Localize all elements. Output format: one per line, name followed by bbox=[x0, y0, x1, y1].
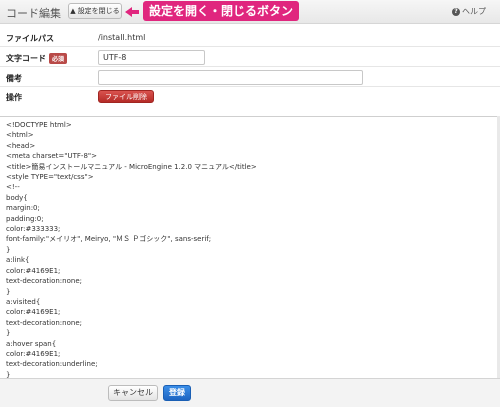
help-icon: ? bbox=[452, 7, 460, 16]
top-bar: コード編集 ▲ 設定を閉じる 設定を開く・閉じるボタン ? ヘルプ bbox=[0, 0, 500, 24]
page-title: コード編集 bbox=[6, 7, 61, 20]
code-line: <style TYPE="text/css"> bbox=[6, 173, 94, 182]
notes-row: 備考 bbox=[0, 67, 500, 87]
file-path-label: ファイルパス bbox=[6, 34, 54, 43]
code-line: <!DOCTYPE html> bbox=[6, 121, 72, 129]
code-line: text-decoration:none; bbox=[6, 318, 82, 327]
code-line: font-family:"メイリオ", Meiryo, "ＭＳ Ｐゴシック", … bbox=[6, 235, 212, 244]
code-line: color:#4169E1; bbox=[6, 266, 61, 275]
footer-bar: キャンセル 登録 bbox=[0, 378, 500, 407]
required-badge: 必須 bbox=[49, 53, 68, 64]
code-line: a:hover span{ bbox=[6, 339, 57, 348]
cancel-button[interactable]: キャンセル bbox=[108, 385, 158, 401]
actions-label: 操作 bbox=[6, 93, 22, 102]
code-line: } bbox=[6, 329, 11, 338]
code-line: } bbox=[6, 245, 11, 254]
code-line: <title>簡易インストールマニュアル - MicroEngine 1.2.0… bbox=[6, 162, 257, 171]
charset-input[interactable] bbox=[98, 50, 205, 65]
code-line: margin:0; bbox=[6, 204, 40, 213]
charset-row: 文字コード 必須 bbox=[0, 47, 500, 67]
code-line: text-decoration:underline; bbox=[6, 360, 98, 369]
code-line: <meta charset="UTF-8"> bbox=[6, 152, 97, 161]
code-line: color:#333333; bbox=[6, 225, 61, 234]
code-line: <!-- bbox=[6, 183, 20, 192]
code-line: padding:0; bbox=[6, 214, 44, 223]
code-line: } bbox=[6, 287, 11, 296]
charset-label-wrap: 文字コード 必須 bbox=[6, 53, 68, 64]
code-line: color:#4169E1; bbox=[6, 308, 61, 317]
notes-input[interactable] bbox=[98, 70, 363, 85]
actions-row: 操作 ファイル削除 bbox=[0, 87, 500, 108]
code-line: <html> bbox=[6, 131, 34, 140]
code-line: color:#4169E1; bbox=[6, 349, 61, 358]
submit-button[interactable]: 登録 bbox=[163, 385, 191, 401]
file-path-value: /install.html bbox=[98, 33, 146, 42]
delete-file-button[interactable]: ファイル削除 bbox=[98, 90, 154, 103]
code-line: text-decoration:none; bbox=[6, 277, 82, 286]
code-line: a:link{ bbox=[6, 256, 30, 265]
code-line: a:visited{ bbox=[6, 297, 41, 306]
code-editor[interactable]: <!DOCTYPE html> <html> <head> <meta charset… bbox=[0, 116, 497, 378]
callout-arrow-icon bbox=[125, 7, 139, 17]
notes-label: 備考 bbox=[6, 74, 22, 83]
help-label: ヘルプ bbox=[462, 7, 486, 16]
charset-label: 文字コード bbox=[6, 54, 46, 63]
help-link[interactable]: ? ヘルプ bbox=[452, 6, 486, 17]
code-line: } bbox=[6, 370, 11, 378]
toggle-settings-button[interactable]: ▲ 設定を閉じる bbox=[68, 3, 122, 19]
caret-up-icon: ▲ bbox=[70, 7, 76, 15]
code-line: body{ bbox=[6, 193, 28, 202]
code-line: <head> bbox=[6, 141, 36, 150]
callout-label: 設定を開く・閉じるボタン bbox=[143, 1, 300, 21]
toggle-settings-label: 設定を閉じる bbox=[77, 7, 120, 15]
file-path-row: ファイルパス /install.html bbox=[0, 27, 500, 47]
